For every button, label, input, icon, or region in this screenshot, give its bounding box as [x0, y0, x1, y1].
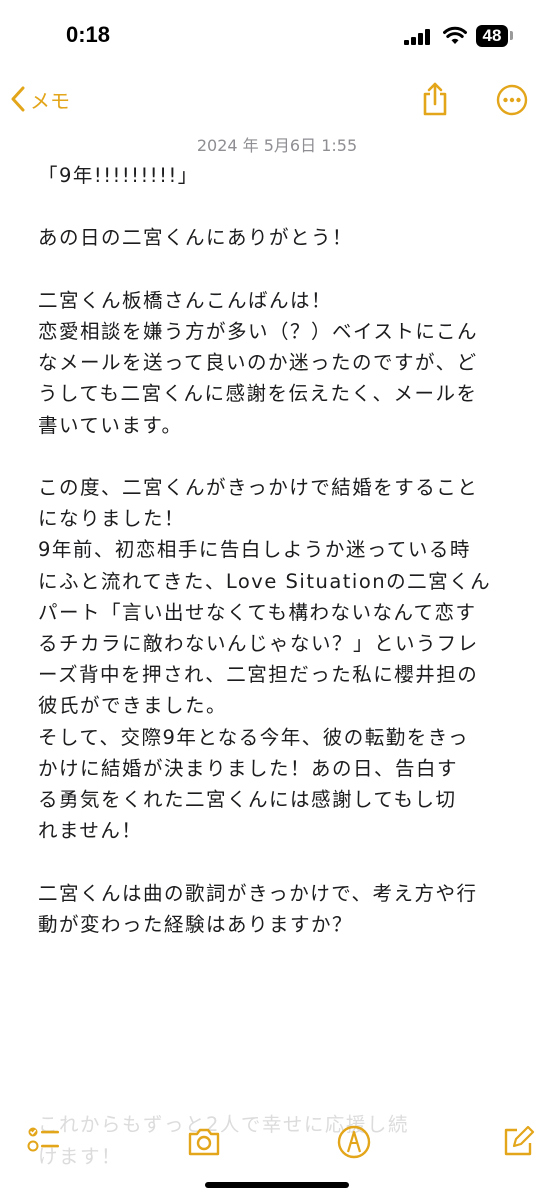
note-body[interactable]: 「9年!!!!!!!!!」あの日の二宮くんにありがとう！ 二宮くん板橋さんこんばん… [38, 160, 528, 940]
note-line: ーズ背中を押され、二宮担だった私に櫻井担の [38, 663, 479, 687]
note-line: 動が変わった経験はありますか？ [38, 912, 354, 936]
note-line: るチカラに敵わないんじゃない？」というフレ [38, 632, 479, 655]
battery-cap [510, 31, 513, 40]
note-line: れません！ [38, 819, 143, 843]
note-line: かけに結婚が決まりました！あの日、告白す [38, 756, 459, 780]
wifi-icon [443, 26, 467, 44]
status-time: 0:18 [66, 22, 111, 47]
note-line: 二宮くん板橋さんこんばんは！ [38, 288, 333, 312]
note-line: 「9年!!!!!!!!!」 [38, 164, 199, 187]
note-line: になりました！ [38, 507, 186, 531]
note-line: パート「言い出せなくても構わないなんて恋す [38, 600, 477, 624]
home-indicator [205, 1182, 349, 1188]
note-line: この度、二宮くんがきっかけで結婚をすること [38, 475, 479, 499]
more-options-icon[interactable] [496, 84, 528, 116]
share-icon[interactable] [420, 82, 450, 116]
cellular-signal-icon [404, 29, 430, 45]
note-line: 恋愛相談を嫌う方が多い（？）ベイストにこん [38, 319, 479, 343]
note-date: 2024 年 5月6日 1:55 [196, 136, 358, 155]
note-line: 書いています。 [38, 413, 183, 437]
note-line: なメールを送って良いのか迷ったのですが、ど [38, 351, 478, 375]
compose-icon[interactable] [498, 1122, 538, 1162]
back-button[interactable]: メモ [10, 84, 70, 114]
note-line: にふと流れてきた、Love Situationの二宮くん [38, 569, 492, 593]
status-bar: 0:18 48 [0, 0, 554, 70]
note-line: うしても二宮くんに感謝を伝えたく、メールを [38, 382, 478, 406]
camera-icon[interactable] [184, 1122, 224, 1162]
note-line: 二宮くんは曲の歌詞がきっかけで、考え方や行 [38, 881, 478, 905]
note-line: 彼氏ができました。 [38, 694, 228, 718]
checklist-icon[interactable] [24, 1122, 64, 1162]
markup-pen-icon[interactable] [334, 1122, 374, 1162]
note-line: る勇気をくれた二宮くんには感謝してもし切 [38, 788, 457, 812]
chevron-left-icon [11, 86, 25, 112]
battery-indicator: 48 [476, 25, 508, 47]
note-line: そして、交際9年となる今年、彼の転勤をきっ [38, 725, 469, 749]
nav-bar: メモ [0, 70, 554, 130]
back-label: メモ [30, 88, 70, 113]
note-line: 9年前、初恋相手に告白しようか迷っている時 [38, 538, 471, 562]
note-line: あの日の二宮くんにありがとう！ [38, 226, 354, 250]
